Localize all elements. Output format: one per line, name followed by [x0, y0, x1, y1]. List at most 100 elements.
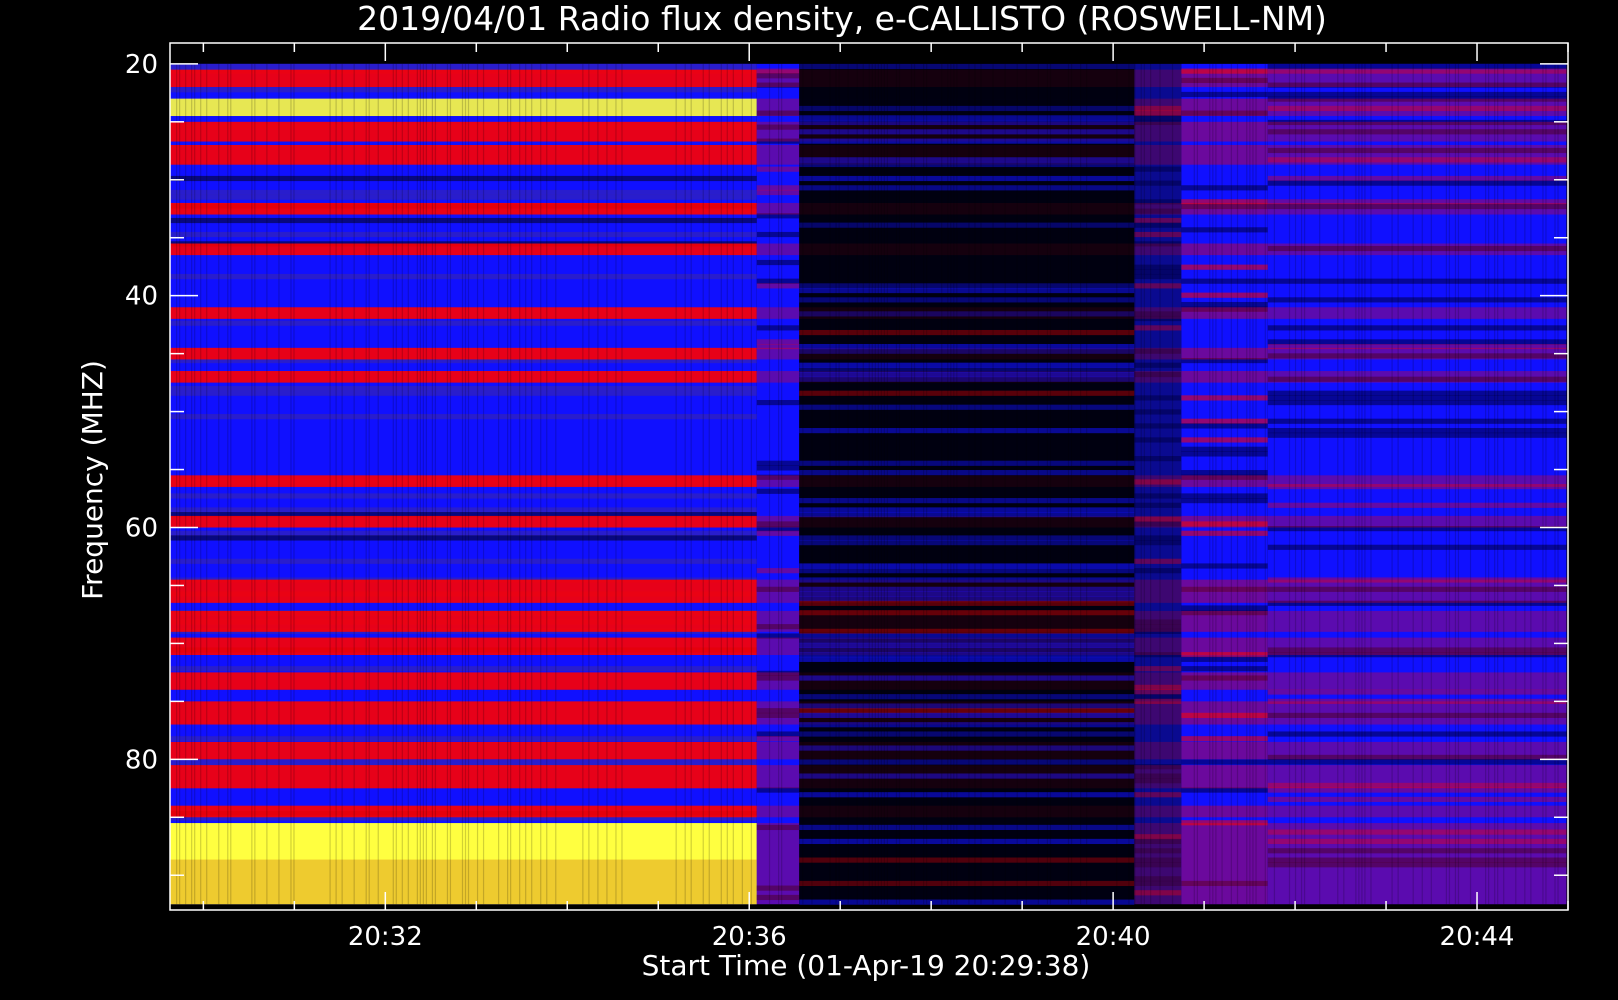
heatmap-column: [597, 63, 599, 905]
heatmap-column: [507, 63, 509, 905]
heatmap-cell-row: [170, 189, 757, 196]
heatmap-column: [838, 63, 840, 905]
heatmap-column: [251, 63, 253, 905]
heatmap-column: [449, 63, 452, 905]
heatmap-cell-row: [1267, 689, 1567, 695]
heatmap-column: [926, 63, 928, 905]
heatmap-band: [1267, 347, 1567, 360]
heatmap-column: [1070, 63, 1073, 905]
heatmap-cell-row: [799, 656, 1135, 662]
heatmap-column: [1412, 63, 1414, 905]
heatmap-column: [1448, 63, 1451, 905]
heatmap-band: [756, 672, 800, 690]
heatmap-column: [365, 63, 367, 905]
heatmap-column: [1067, 63, 1070, 905]
heatmap-column: [1445, 63, 1447, 905]
heatmap-band: [170, 672, 757, 690]
heatmap-column: [702, 63, 704, 905]
heatmap-cell-row: [1267, 502, 1567, 508]
heatmap-column: [1530, 63, 1532, 905]
heatmap-column: [947, 63, 949, 905]
heatmap-column: [684, 63, 686, 905]
heatmap-cell-row: [756, 278, 800, 284]
heatmap-column: [968, 63, 970, 905]
heatmap-column: [690, 63, 692, 905]
heatmap-column: [1469, 63, 1472, 905]
heatmap-column: [1524, 63, 1526, 905]
heatmap-cell-row: [170, 217, 757, 224]
heatmap-cell-row: [170, 385, 757, 392]
heatmap-column: [1364, 63, 1366, 905]
heatmap-cell-row: [170, 736, 757, 742]
heatmap-band: [799, 823, 1135, 905]
heatmap-cell-row: [799, 507, 1135, 513]
heatmap-cell-row: [756, 185, 800, 191]
heatmap-column: [874, 63, 876, 905]
heatmap-column: [368, 63, 370, 905]
heatmap-band: [170, 69, 757, 88]
heatmap-cell-row: [756, 400, 800, 406]
heatmap-cell-row: [1267, 428, 1567, 434]
heatmap-cell-row: [170, 390, 757, 396]
heatmap-band: [1267, 121, 1567, 142]
heatmap-cell-row: [799, 390, 1135, 396]
heatmap-band: [799, 307, 1135, 319]
heatmap-band: [799, 347, 1135, 360]
heatmap-column: [194, 63, 196, 905]
heatmap-band: [799, 475, 1135, 487]
heatmap-band: [1267, 672, 1567, 690]
heatmap-column: [1116, 63, 1118, 905]
heatmap-cell-row: [799, 404, 1135, 410]
heatmap-band: [170, 805, 757, 818]
heatmap-band: [756, 805, 800, 818]
heatmap-cell-row: [756, 488, 800, 494]
heatmap-band: [799, 672, 1135, 690]
heatmap-column: [1230, 63, 1232, 905]
heatmap-column: [185, 63, 187, 905]
heatmap-column: [1171, 63, 1174, 905]
heatmap-column: [1086, 63, 1088, 905]
heatmap-column: [464, 63, 467, 905]
heatmap-column: [329, 63, 331, 905]
heatmap-band: [756, 243, 800, 256]
heatmap-cell-row: [170, 320, 757, 326]
heatmap-column: [992, 63, 994, 905]
heatmap-column: [1488, 63, 1490, 905]
heatmap-cell-row: [799, 428, 1135, 434]
heatmap-column: [1337, 63, 1339, 905]
heatmap-column: [1037, 63, 1039, 905]
heatmap-cell-row: [756, 731, 800, 737]
heatmap-band: [799, 515, 1135, 528]
heatmap-column: [191, 63, 193, 905]
spectrogram-heatmap: [170, 63, 1567, 905]
heatmap-band: [170, 121, 757, 142]
heatmap-column: [392, 63, 394, 905]
heatmap-column: [540, 63, 542, 905]
heatmap-cell-row: [799, 792, 1135, 798]
heatmap-cell-row: [756, 166, 800, 172]
heatmap-column: [206, 63, 208, 905]
heatmap-band: [756, 515, 800, 528]
heatmap-column: [446, 63, 449, 905]
heatmap-cell-row: [1267, 325, 1567, 331]
heatmap-column: [353, 63, 355, 905]
heatmap-cell-row: [170, 231, 757, 238]
heatmap-band: [1267, 475, 1567, 487]
heatmap-cell-row: [1267, 278, 1567, 284]
heatmap-column: [1252, 63, 1254, 905]
heatmap-column: [726, 63, 728, 905]
heatmap-cell-row: [1267, 390, 1567, 396]
heatmap-cell-row: [1267, 175, 1567, 182]
heatmap-column: [1143, 63, 1145, 905]
heatmap-column: [467, 63, 470, 905]
heatmap-cell-row: [170, 759, 757, 765]
heatmap-band: [799, 701, 1135, 725]
heatmap-column: [847, 63, 849, 905]
heatmap-column: [1016, 63, 1018, 905]
heatmap-column: [1273, 63, 1276, 905]
heatmap-band: [756, 610, 800, 632]
heatmap-cell-row: [799, 287, 1135, 294]
heatmap-band: [756, 579, 800, 603]
heatmap-cell-row: [799, 731, 1135, 737]
heatmap-column: [230, 63, 232, 905]
